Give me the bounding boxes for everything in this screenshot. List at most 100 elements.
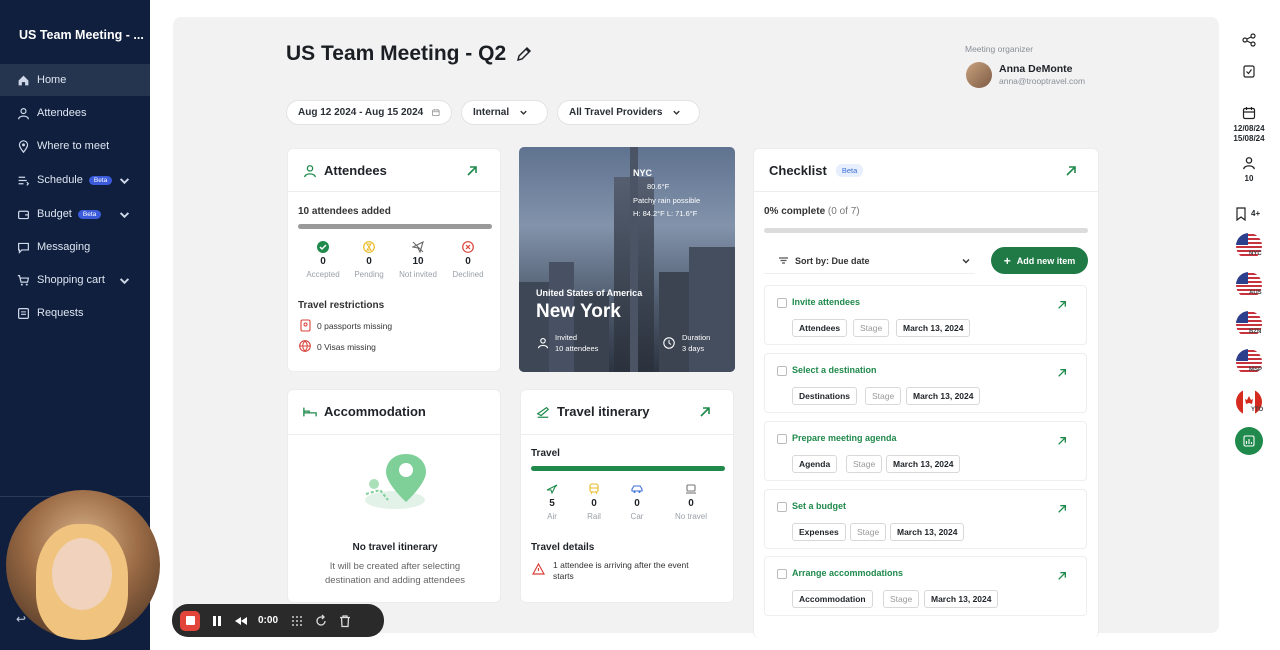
user-icon[interactable] bbox=[1242, 156, 1256, 170]
chevron-down-icon bbox=[673, 110, 681, 115]
sidebar-item-shopping-cart[interactable]: Shopping cart bbox=[0, 264, 150, 296]
sort-icon bbox=[779, 257, 788, 264]
open-arrow-icon[interactable] bbox=[699, 406, 711, 418]
category-tag: Accommodation bbox=[792, 590, 873, 608]
checklist-item[interactable]: Set a budget Expenses Stage March 13, 20… bbox=[764, 489, 1087, 549]
stat-label: Air bbox=[547, 512, 557, 521]
itinerary-title-text: Travel itinerary bbox=[557, 404, 650, 419]
travel-restrictions-title: Travel restrictions bbox=[298, 300, 385, 311]
stat-label: Accepted bbox=[306, 270, 340, 279]
checklist-item-title[interactable]: Invite attendees bbox=[792, 297, 860, 307]
restart-icon[interactable] bbox=[314, 614, 328, 628]
send-off-icon bbox=[412, 241, 424, 253]
passports-missing: 0 passports missing bbox=[317, 321, 393, 331]
destination-card[interactable]: NYC 80.6°F Patchy rain possible H: 84.2°… bbox=[519, 147, 735, 372]
open-arrow-icon[interactable] bbox=[466, 165, 478, 177]
sidebar-item-messaging[interactable]: Messaging bbox=[0, 231, 150, 263]
bookmark-icon[interactable] bbox=[1234, 207, 1248, 221]
avatar bbox=[966, 62, 992, 88]
calendar-icon bbox=[432, 109, 440, 117]
chevron-down-icon[interactable] bbox=[118, 175, 131, 188]
clock-icon bbox=[663, 337, 675, 349]
open-arrow-icon[interactable] bbox=[1057, 300, 1067, 310]
sidebar-item-budget[interactable]: Budget Beta bbox=[0, 198, 150, 230]
sidebar-item-where-to-meet[interactable]: Where to meet bbox=[0, 130, 150, 162]
open-arrow-icon[interactable] bbox=[1057, 436, 1067, 446]
attendees-card: Attendees 10 attendees added 0 Accepted … bbox=[287, 148, 501, 372]
stop-recording-button[interactable] bbox=[180, 610, 200, 631]
attendees-progress-track bbox=[298, 224, 492, 229]
checklist-item[interactable]: Prepare meeting agenda Agenda Stage Marc… bbox=[764, 421, 1087, 481]
analytics-button[interactable] bbox=[1235, 427, 1263, 455]
beta-badge: Beta bbox=[88, 175, 113, 185]
checklist-progress-track bbox=[764, 228, 1088, 233]
meeting-type-select[interactable]: Internal bbox=[461, 100, 548, 125]
stat-label: Rail bbox=[587, 512, 601, 521]
travel-providers-select[interactable]: All Travel Providers bbox=[557, 100, 700, 125]
checkbox[interactable] bbox=[777, 569, 787, 579]
checklist-item-title[interactable]: Arrange accommodations bbox=[792, 568, 903, 578]
share-icon[interactable] bbox=[1242, 33, 1256, 47]
passport-icon bbox=[300, 319, 311, 332]
chevron-down-icon[interactable] bbox=[118, 275, 131, 288]
car-icon bbox=[631, 485, 643, 493]
checklist-item[interactable]: Arrange accommodations Accommodation Sta… bbox=[764, 556, 1087, 616]
sidebar-item-schedule[interactable]: Schedule Beta bbox=[0, 164, 150, 196]
organizer-name: Anna DeMonte bbox=[999, 63, 1073, 75]
sort-select[interactable]: Sort by: Due date bbox=[764, 248, 975, 274]
skyline-spire bbox=[630, 147, 638, 372]
page-title: US Team Meeting - Q2 bbox=[286, 42, 533, 66]
date-start: 12/08/24 bbox=[1233, 124, 1265, 133]
stat-value: 0 bbox=[634, 498, 640, 509]
beta-badge: Beta bbox=[77, 209, 102, 219]
date-range-picker[interactable]: Aug 12 2024 - Aug 15 2024 bbox=[286, 100, 452, 125]
checklist-item[interactable]: Invite attendees Attendees Stage March 1… bbox=[764, 285, 1087, 345]
checkbox[interactable] bbox=[777, 502, 787, 512]
invited-value: 10 attendees bbox=[555, 344, 599, 353]
rewind-icon[interactable] bbox=[234, 614, 248, 628]
flag-code: BZN bbox=[1249, 329, 1262, 335]
attendees-card-title: Attendees bbox=[303, 163, 387, 178]
pause-icon[interactable] bbox=[210, 614, 224, 628]
checklist-item-title[interactable]: Prepare meeting agenda bbox=[792, 433, 897, 443]
stat-value: 0 bbox=[688, 498, 694, 509]
sidebar-item-requests[interactable]: Requests bbox=[0, 297, 150, 329]
stat-value: 0 bbox=[320, 256, 326, 267]
duration-value: 3 days bbox=[682, 344, 705, 353]
skyline-building bbox=[659, 272, 689, 372]
clipboard-check-icon[interactable] bbox=[1242, 64, 1256, 78]
checkbox[interactable] bbox=[777, 434, 787, 444]
calendar-icon[interactable] bbox=[1242, 106, 1256, 120]
laptop-icon bbox=[686, 484, 696, 494]
travel-itinerary-card-title: Travel itinerary bbox=[536, 404, 650, 419]
invited-label: Invited bbox=[555, 333, 578, 342]
open-arrow-icon[interactable] bbox=[1065, 165, 1077, 177]
checkbox[interactable] bbox=[777, 366, 787, 376]
organizer-email: anna@trooptravel.com bbox=[999, 76, 1086, 86]
divider bbox=[521, 434, 733, 435]
stat-declined: 0 Declined bbox=[445, 241, 491, 279]
open-arrow-icon[interactable] bbox=[1057, 368, 1067, 378]
sidebar-item-attendees[interactable]: Attendees bbox=[0, 97, 150, 129]
category-tag: Destinations bbox=[792, 387, 858, 405]
open-arrow-icon[interactable] bbox=[1057, 571, 1067, 581]
grid-dots-icon[interactable] bbox=[290, 614, 304, 628]
sidebar-item-home[interactable]: Home bbox=[0, 64, 150, 96]
open-arrow-icon[interactable] bbox=[1057, 504, 1067, 514]
edit-icon[interactable] bbox=[515, 45, 533, 63]
webcam-overlay bbox=[6, 490, 160, 640]
divider bbox=[754, 191, 1098, 192]
checklist-item-title[interactable]: Set a budget bbox=[792, 501, 846, 511]
checklist-title-text: Checklist bbox=[769, 163, 827, 178]
checklist-item-title[interactable]: Select a destination bbox=[792, 365, 877, 375]
checklist-percent: 0% complete (0 of 7) bbox=[764, 206, 860, 217]
trash-icon[interactable] bbox=[338, 614, 352, 628]
checklist-item[interactable]: Select a destination Destinations Stage … bbox=[764, 353, 1087, 413]
checklist-count: (0 of 7) bbox=[827, 206, 860, 217]
chevron-down-icon[interactable] bbox=[118, 209, 131, 222]
category-tag: Agenda bbox=[792, 455, 838, 473]
stat-value: 0 bbox=[591, 498, 597, 509]
checkbox[interactable] bbox=[777, 298, 787, 308]
divider bbox=[288, 434, 500, 435]
add-new-item-button[interactable]: + Add new item bbox=[991, 247, 1088, 274]
